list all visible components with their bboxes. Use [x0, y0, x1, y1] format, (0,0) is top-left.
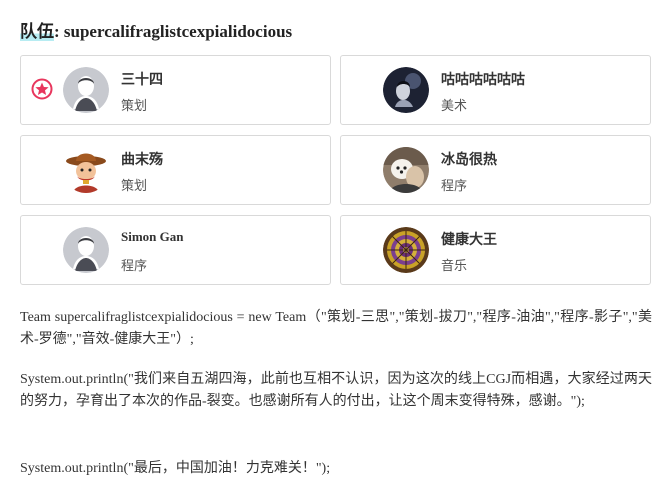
member-card[interactable]: Simon Gan 程序 — [20, 215, 331, 285]
member-role: 程序 — [441, 179, 468, 194]
default-avatar-icon — [63, 67, 109, 113]
member-card[interactable]: 冰岛很热 程序 — [340, 135, 651, 205]
member-name: 曲末殇 — [121, 152, 163, 168]
member-role: 策划 — [121, 179, 148, 194]
member-name: 三十四 — [121, 72, 163, 88]
photo-avatar-dark — [383, 67, 429, 113]
member-card[interactable]: 健康大王 音乐 — [340, 215, 651, 285]
member-role: 音乐 — [441, 259, 468, 274]
leader-star-icon — [31, 78, 53, 100]
mandala-avatar — [383, 227, 429, 273]
member-card[interactable]: 三十四 策划 — [20, 55, 331, 125]
default-avatar-icon — [63, 227, 109, 273]
member-card[interactable]: 咕咕咕咕咕咕 美术 — [340, 55, 651, 125]
team-label: 队伍 — [20, 22, 54, 41]
member-role: 美术 — [441, 99, 468, 114]
member-name: 健康大王 — [441, 232, 497, 248]
cowboy-avatar — [63, 147, 109, 193]
code-line-team: Team supercalifraglistcexpialidocious = … — [20, 310, 652, 347]
team-name: : supercalifraglistcexpialidocious — [54, 22, 293, 41]
team-title: 队伍: supercalifraglistcexpialidocious — [20, 17, 292, 42]
code-line-message: System.out.println("我们来自五湖四海，此前也互相不认识，因为… — [20, 372, 652, 409]
team-page: 队伍: supercalifraglistcexpialidocious 三十四… — [0, 0, 667, 497]
member-name: 咕咕咕咕咕咕 — [441, 72, 525, 88]
member-card[interactable]: 曲末殇 策划 — [20, 135, 331, 205]
member-name: Simon Gan — [121, 229, 184, 244]
member-name: 冰岛很热 — [441, 152, 497, 168]
code-line-closing: System.out.println("最后，中国加油！力克难关！"); — [20, 461, 331, 476]
member-role: 策划 — [121, 99, 148, 114]
member-role: 程序 — [121, 259, 148, 274]
dog-photo-avatar — [383, 147, 429, 193]
